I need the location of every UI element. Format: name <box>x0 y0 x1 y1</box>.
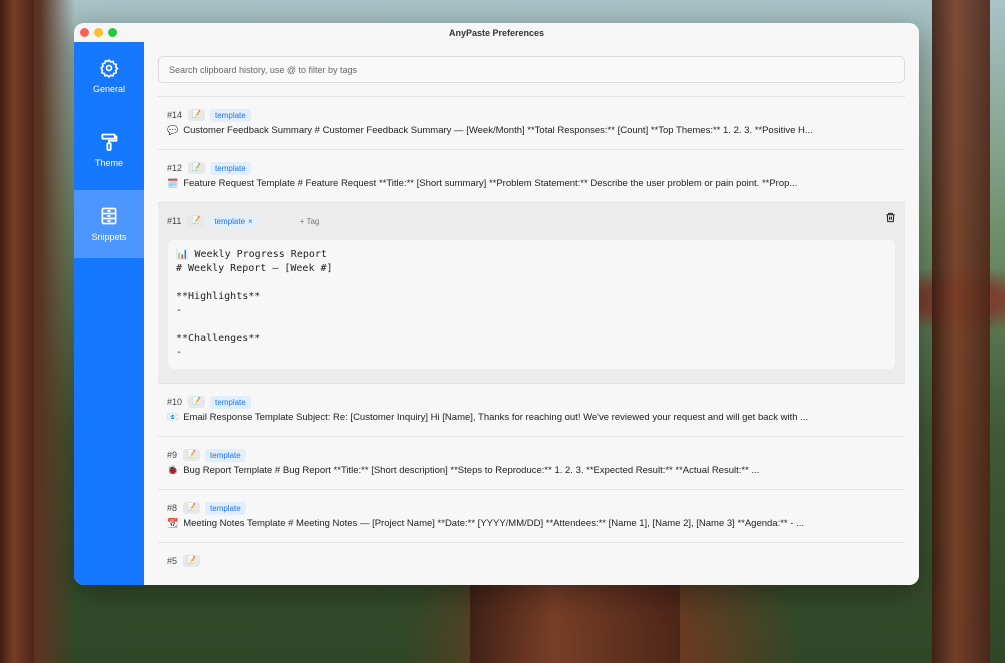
snippet-number: #14 <box>167 110 183 120</box>
sidebar-item-label: Theme <box>94 158 123 168</box>
snippet-row[interactable]: #8 📝 template 📆 Meeting Notes Template # … <box>158 489 905 542</box>
background-tree-trunk <box>932 0 990 663</box>
snippet-icon: 💬 <box>167 125 179 135</box>
editor-line: **Challenges** <box>176 333 261 344</box>
sidebar-item-theme[interactable]: Theme <box>74 116 144 184</box>
sidebar-item-general[interactable]: General <box>74 42 144 110</box>
snippet-type-icon: 📝 <box>188 162 206 174</box>
snippet-type-icon: 📝 <box>188 109 206 121</box>
snippet-number: #5 <box>167 556 178 566</box>
cabinet-icon <box>101 207 117 225</box>
snippet-preview: Feature Request Template # Feature Reque… <box>183 178 798 189</box>
editor-line: 📊 Weekly Progress Report <box>176 249 327 260</box>
editor-line: # Weekly Report — [Week #] <box>176 263 333 274</box>
editor-line: - <box>176 305 183 316</box>
snippet-row[interactable]: #5 📝 <box>158 542 905 585</box>
gear-icon <box>100 58 119 78</box>
sidebar-item-label: General <box>92 84 126 94</box>
snippet-tag[interactable]: template × <box>209 214 258 228</box>
sidebar: General Theme Snippets <box>74 42 144 585</box>
snippet-row[interactable]: #10 📝 template 📧 Email Response Template … <box>158 383 905 436</box>
snippet-preview: Bug Report Template # Bug Report **Title… <box>183 465 760 476</box>
snippet-row[interactable]: #12 📝 template 🗓️ Feature Request Templat… <box>158 149 905 202</box>
snippet-type-icon: 📝 <box>183 555 201 567</box>
snippet-preview: Email Response Template Subject: Re: [Cu… <box>183 412 809 423</box>
snippet-tag[interactable]: template <box>205 501 246 515</box>
close-window-button[interactable] <box>80 28 89 37</box>
snippet-icon: 🗓️ <box>167 178 179 188</box>
snippet-preview: Customer Feedback Summary # Customer Fee… <box>183 125 813 136</box>
add-tag-button[interactable]: + Tag <box>300 217 320 226</box>
background-tree-trunk <box>0 0 34 663</box>
snippet-tag-label: template <box>214 216 246 226</box>
snippet-tag[interactable]: template <box>210 108 251 122</box>
snippet-row[interactable]: #9 📝 template 🐞 Bug Report Template # Bug… <box>158 436 905 489</box>
snippet-number: #11 <box>167 216 182 226</box>
snippet-type-icon: 📝 <box>188 396 206 408</box>
editor-line: - <box>176 347 183 358</box>
snippet-tag[interactable]: template <box>210 395 251 409</box>
background-tree-trunk <box>470 585 680 663</box>
snippet-tag[interactable]: template <box>210 161 251 175</box>
paint-roller-icon <box>101 133 118 151</box>
snippet-icon: 📆 <box>167 518 179 528</box>
editor-line: **Highlights** <box>176 291 261 302</box>
snippet-type-icon: 📝 <box>187 215 205 227</box>
snippet-type-icon: 📝 <box>183 502 201 514</box>
preferences-window: AnyPaste Preferences General Theme Snipp… <box>74 23 919 585</box>
snippet-preview: Meeting Notes Template # Meeting Notes —… <box>183 518 804 529</box>
snippet-type-icon: 📝 <box>183 449 201 461</box>
sidebar-item-label: Snippets <box>91 232 127 242</box>
remove-tag-button[interactable]: × <box>248 217 253 226</box>
snippet-row-expanded: #11 📝 template × + Tag 📊 Weekly Progress … <box>158 202 905 383</box>
trash-icon[interactable] <box>885 212 896 223</box>
title-bar: AnyPaste Preferences <box>74 23 919 42</box>
snippet-number: #10 <box>167 397 183 407</box>
snippet-editor[interactable]: 📊 Weekly Progress Report # Weekly Report… <box>168 240 895 369</box>
snippet-row[interactable]: #14 📝 template 💬 Customer Feedback Summar… <box>158 96 905 149</box>
snippets-panel: #14 📝 template 💬 Customer Feedback Summar… <box>144 42 919 585</box>
search-input[interactable] <box>158 56 905 83</box>
snippet-icon: 📧 <box>167 412 179 422</box>
snippet-number: #9 <box>167 450 178 460</box>
zoom-window-button[interactable] <box>108 28 117 37</box>
snippet-number: #12 <box>167 163 183 173</box>
minimize-window-button[interactable] <box>94 28 103 37</box>
window-title: AnyPaste Preferences <box>448 28 545 38</box>
sidebar-item-snippets[interactable]: Snippets <box>74 190 144 258</box>
snippet-number: #8 <box>167 503 178 513</box>
snippet-tag[interactable]: template <box>205 448 246 462</box>
snippet-icon: 🐞 <box>167 465 179 475</box>
